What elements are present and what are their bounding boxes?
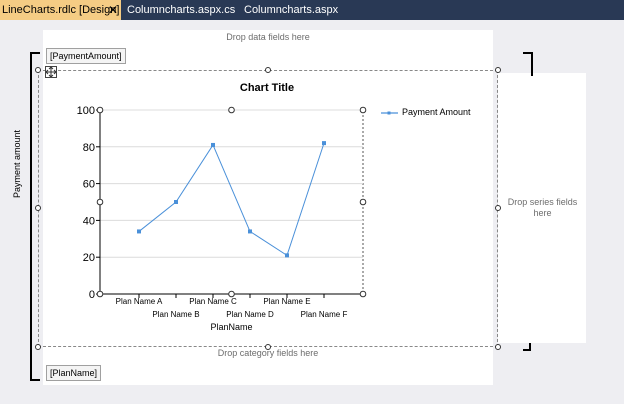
resize-handle-right[interactable] [495, 205, 501, 211]
tab-columncharts-aspx-cs[interactable]: Columncharts.aspx.cs [127, 0, 235, 20]
y-axis-title[interactable]: Payment amount [12, 130, 22, 198]
move-handle-icon[interactable] [45, 66, 57, 78]
drop-category-fields-hint[interactable]: Drop category fields here [43, 348, 493, 358]
chart-title[interactable]: Chart Title [200, 82, 334, 94]
resize-handle-top[interactable] [265, 67, 271, 73]
document-tab-bar: LineCharts.rdlc [Design] ✕ Columncharts.… [0, 0, 624, 20]
report-right-bracket-top [523, 52, 533, 76]
resize-handle-bottom-right[interactable] [495, 344, 501, 350]
data-field-payment-amount[interactable]: [PaymentAmount] [46, 48, 126, 64]
chart-legend[interactable]: Payment Amount [380, 107, 490, 121]
tab-linecharts-design[interactable]: LineCharts.rdlc [Design] ✕ [0, 0, 121, 20]
tab-columncharts-aspx[interactable]: Columncharts.aspx [244, 0, 338, 20]
tab-label: LineCharts.rdlc [Design] [2, 4, 120, 16]
drop-series-fields-hint[interactable]: Drop series fields here [505, 197, 580, 219]
close-tab-icon[interactable]: ✕ [108, 0, 118, 20]
resize-handle-bottom-left[interactable] [35, 344, 41, 350]
resize-handle-top-left[interactable] [35, 67, 41, 73]
legend-series-label: Payment Amount [402, 107, 471, 117]
report-right-bracket-bottom [523, 343, 531, 351]
category-field-plan-name[interactable]: [PlanName] [46, 365, 102, 381]
legend-line-marker-icon [381, 111, 398, 115]
drop-data-fields-hint[interactable]: Drop data fields here [43, 32, 493, 42]
resize-handle-left[interactable] [35, 205, 41, 211]
resize-handle-top-right[interactable] [495, 67, 501, 73]
